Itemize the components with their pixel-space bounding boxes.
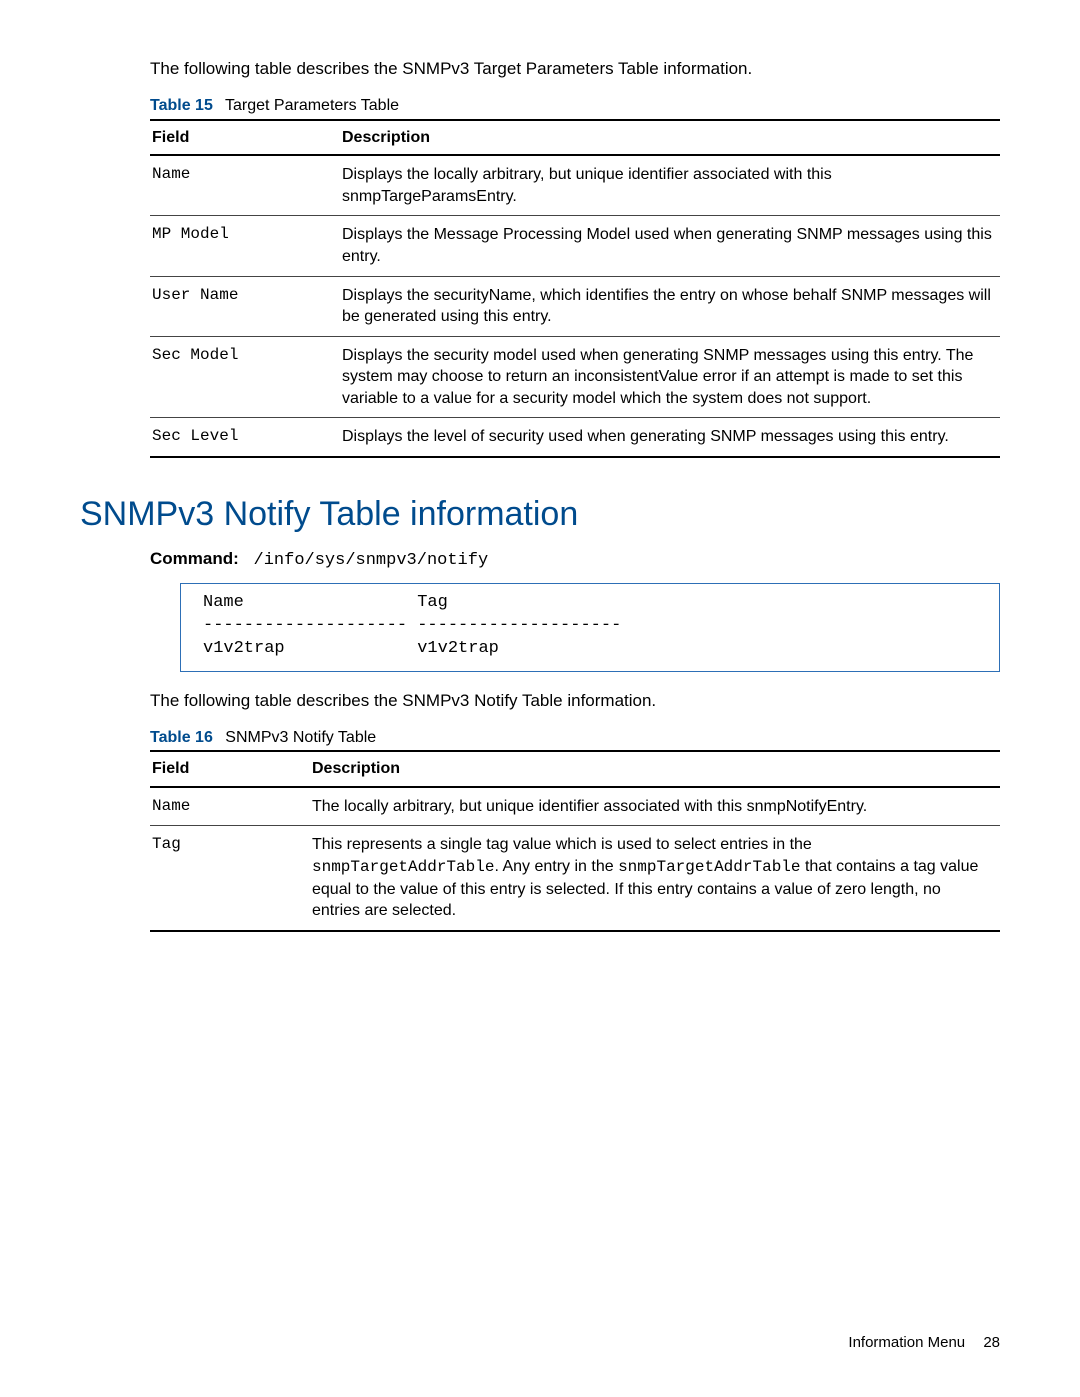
code-output-box: Name Tag -------------------- ----------… [180, 583, 1000, 672]
content-block-1: The following table describes the SNMPv3… [150, 58, 1000, 458]
table-row: MP Model Displays the Message Processing… [150, 216, 1000, 276]
table-row: Tag This represents a single tag value w… [150, 826, 1000, 931]
table-15-number: Table 15 [150, 97, 213, 114]
desc-cell: Displays the level of security used when… [340, 418, 1000, 457]
desc-cell: Displays the Message Processing Model us… [340, 216, 1000, 276]
table-16-title: SNMPv3 Notify Table [225, 729, 376, 746]
table-row: Name The locally arbitrary, but unique i… [150, 787, 1000, 826]
intro-text-1: The following table describes the SNMPv3… [150, 58, 1000, 81]
desc-cell: Displays the locally arbitrary, but uniq… [340, 155, 1000, 216]
field-cell: User Name [150, 276, 340, 336]
footer-page-number: 28 [983, 1334, 1000, 1351]
desc-cell: Displays the securityName, which identif… [340, 276, 1000, 336]
desc-cell: This represents a single tag value which… [310, 826, 1000, 931]
command-label: Command: [150, 549, 239, 568]
table-row: Sec Level Displays the level of security… [150, 418, 1000, 457]
content-block-2: Command: /info/sys/snmpv3/notify Name Ta… [150, 548, 1000, 932]
field-cell: Name [150, 155, 340, 216]
col-field: Field [150, 120, 340, 156]
desc-part: This represents a single tag value which… [312, 836, 812, 853]
desc-cell: The locally arbitrary, but unique identi… [310, 787, 1000, 826]
command-line: Command: /info/sys/snmpv3/notify [150, 548, 1000, 573]
table-row: User Name Displays the securityName, whi… [150, 276, 1000, 336]
field-cell: Sec Model [150, 336, 340, 418]
field-cell: MP Model [150, 216, 340, 276]
table-15-caption: Table 15 Target Parameters Table [150, 95, 1000, 117]
table-16-number: Table 16 [150, 729, 213, 746]
desc-mono: snmpTargetAddrTable [312, 858, 494, 876]
table-15: Field Description Name Displays the loca… [150, 119, 1000, 459]
table-row: Sec Model Displays the security model us… [150, 336, 1000, 418]
page: The following table describes the SNMPv3… [0, 0, 1080, 1397]
table-row: Name Displays the locally arbitrary, but… [150, 155, 1000, 216]
col-field: Field [150, 751, 310, 787]
field-cell: Tag [150, 826, 310, 931]
intro-text-2: The following table describes the SNMPv3… [150, 690, 1000, 713]
table-16-caption: Table 16 SNMPv3 Notify Table [150, 727, 1000, 749]
table-header-row: Field Description [150, 120, 1000, 156]
table-header-row: Field Description [150, 751, 1000, 787]
table-15-title: Target Parameters Table [225, 97, 399, 114]
field-cell: Name [150, 787, 310, 826]
desc-part: . Any entry in the [494, 858, 618, 875]
desc-cell: Displays the security model used when ge… [340, 336, 1000, 418]
table-16: Field Description Name The locally arbit… [150, 750, 1000, 932]
col-description: Description [310, 751, 1000, 787]
desc-mono: snmpTargetAddrTable [618, 858, 800, 876]
command-path: /info/sys/snmpv3/notify [254, 551, 489, 570]
page-footer: Information Menu 28 [848, 1333, 1000, 1353]
col-description: Description [340, 120, 1000, 156]
field-cell: Sec Level [150, 418, 340, 457]
section-heading: SNMPv3 Notify Table information [80, 492, 1000, 538]
footer-section: Information Menu [848, 1334, 965, 1351]
